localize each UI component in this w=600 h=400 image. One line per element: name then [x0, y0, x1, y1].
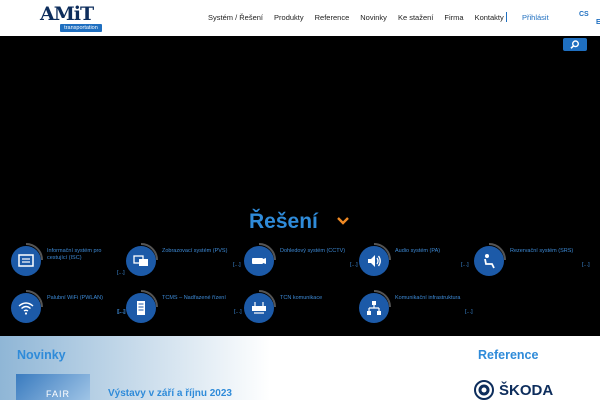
language-en[interactable]: EN — [596, 19, 600, 26]
camera-icon — [252, 258, 266, 264]
language-cs[interactable]: CS — [579, 11, 589, 18]
solution-more-link[interactable]: [...] — [234, 309, 242, 315]
wifi-icon — [18, 302, 34, 315]
solution-icon-bg — [244, 293, 274, 323]
solution-srs[interactable]: Rezervační systém (SRS) [...] — [472, 242, 590, 284]
nav-item-company[interactable]: Firma — [444, 13, 463, 22]
bottom-section: Novinky FAIR Výstavy v září a říjnu 2023… — [0, 336, 600, 400]
topology-icon — [367, 301, 381, 315]
news-title: Novinky — [17, 348, 66, 362]
search-button[interactable] — [563, 38, 587, 51]
header: AMiT transportation Systém / Řešení Prod… — [0, 0, 600, 36]
logo-text: AMiT — [40, 3, 94, 25]
search-icon — [570, 40, 579, 49]
nav-item-downloads[interactable]: Ke stažení — [398, 13, 433, 22]
nav-item-products[interactable]: Produkty — [274, 13, 304, 22]
seat-icon — [484, 254, 495, 269]
solution-infrastructure[interactable]: Komunikační infrastruktura [...] — [357, 289, 473, 331]
solution-label: TCMS – Nadřazené řízení — [162, 295, 226, 301]
login-link[interactable]: Přihlásit — [522, 13, 549, 22]
nav-item-contacts[interactable]: Kontakty — [475, 13, 504, 22]
displays-icon — [133, 255, 148, 266]
chevron-down-icon[interactable] — [336, 216, 350, 226]
solution-label: Komunikační infrastruktura — [395, 295, 461, 301]
speaker-icon — [368, 255, 381, 267]
solution-more-link[interactable]: [...] — [461, 262, 469, 268]
nav-item-references[interactable]: Reference — [315, 13, 350, 22]
reference-logo-skoda[interactable]: ŠKODA — [473, 380, 557, 400]
solution-label: TCN komunikace — [280, 295, 323, 301]
solution-icon-bg — [11, 246, 41, 276]
solution-label: Rezervační systém (SRS) — [510, 248, 574, 254]
solution-isc[interactable]: Informační systém pro cestující (ISC) [.… — [9, 242, 125, 284]
solution-more-link[interactable]: [...] — [582, 262, 590, 268]
solution-tcms[interactable]: TCMS – Nadřazené řízení [...] — [118, 289, 238, 331]
references-title: Reference — [478, 348, 539, 362]
nav-item-systems[interactable]: Systém / Řešení — [208, 13, 263, 22]
solution-more-link[interactable]: [...] — [233, 262, 241, 268]
news-headline[interactable]: Výstavy v září a říjnu 2023 — [108, 388, 232, 399]
solution-icon-bg — [359, 293, 389, 323]
solution-icon-bg — [11, 293, 41, 323]
solution-pvs[interactable]: Zobrazovací systém (PVS) [...] — [124, 242, 241, 284]
info-board-icon — [18, 254, 34, 267]
solution-icon-bg — [359, 246, 389, 276]
solution-tcn[interactable]: TCN komunikace [...] — [234, 289, 356, 331]
solutions-title: Řešení — [249, 210, 318, 233]
main-nav: Systém / Řešení Produkty Reference Novin… — [208, 13, 515, 22]
solution-icon-bg — [474, 246, 504, 276]
solution-more-link[interactable]: [...] — [118, 309, 126, 315]
news-thumb-text: FAIR — [46, 389, 71, 399]
server-icon — [137, 301, 145, 315]
solution-pa[interactable]: Audio systém (PA) [...] — [357, 242, 471, 284]
solution-icon-bg — [244, 246, 274, 276]
skoda-emblem-icon — [474, 380, 494, 400]
solution-label: Audio systém (PA) — [395, 248, 441, 254]
logo[interactable]: AMiT transportation — [40, 5, 104, 33]
solution-label: Palubní WiFi (PWLAN) — [47, 295, 103, 301]
solution-label: Informační systém pro cestující (ISC) — [47, 248, 102, 261]
solution-icon-bg — [126, 246, 156, 276]
network-device-icon — [252, 302, 266, 314]
nav-item-news[interactable]: Novinky — [360, 13, 387, 22]
solution-more-link[interactable]: [...] — [465, 309, 473, 315]
skoda-logo-text: ŠKODA — [499, 382, 554, 399]
news-thumbnail[interactable]: FAIR — [16, 374, 90, 400]
solution-label: Zobrazovací systém (PVS) — [162, 248, 228, 254]
page: AMiT transportation Systém / Řešení Prod… — [0, 0, 600, 400]
logo-tagline: transportation — [60, 24, 102, 32]
nav-divider — [506, 12, 507, 22]
solution-cctv[interactable]: Dohledový systém (CCTV) [...] — [242, 242, 358, 284]
solution-label: Dohledový systém (CCTV) — [280, 248, 346, 254]
solution-pwlan[interactable]: Palubní WiFi (PWLAN) [...] — [9, 289, 125, 331]
solution-icon-bg — [126, 293, 156, 323]
